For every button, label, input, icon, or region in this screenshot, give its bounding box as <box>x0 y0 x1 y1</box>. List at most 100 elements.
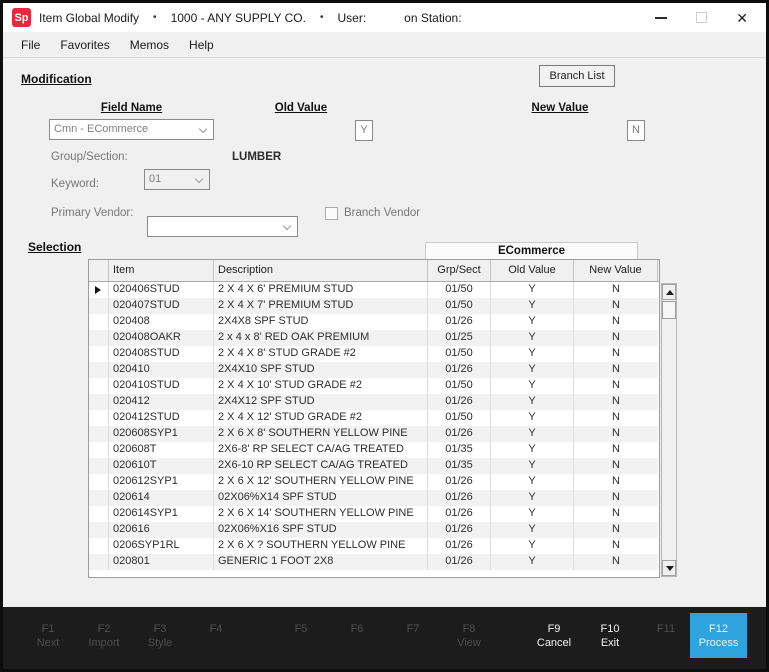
table-row[interactable]: 020407STUD2 X 4 X 7' PREMIUM STUD01/50YN <box>89 298 659 314</box>
column-header-grp-sect[interactable]: Grp/Sect <box>428 260 491 281</box>
scroll-down-button[interactable] <box>662 560 676 576</box>
grp-sect-cell[interactable]: 01/25 <box>428 330 491 346</box>
menu-help[interactable]: Help <box>179 34 224 56</box>
description-cell[interactable]: 2 X 4 X 8' STUD GRADE #2 <box>214 346 428 362</box>
grp-sect-cell[interactable]: 01/26 <box>428 490 491 506</box>
new-value-cell[interactable]: N <box>574 474 658 490</box>
new-value-cell[interactable]: N <box>574 554 658 570</box>
new-value-cell[interactable]: N <box>574 394 658 410</box>
row-selector-cell[interactable] <box>89 378 109 394</box>
table-row[interactable]: 020801GENERIC 1 FOOT 2X801/26YN <box>89 554 659 570</box>
old-value-cell[interactable]: Y <box>491 506 574 522</box>
vertical-scrollbar[interactable] <box>661 283 677 577</box>
item-cell[interactable]: 020410 <box>109 362 214 378</box>
item-cell[interactable]: 020616 <box>109 522 214 538</box>
table-row[interactable]: 020408STUD2 X 4 X 8' STUD GRADE #201/50Y… <box>89 346 659 362</box>
description-cell[interactable]: 2 X 4 X 12' STUD GRADE #2 <box>214 410 428 426</box>
new-value-cell[interactable]: N <box>574 346 658 362</box>
old-value-cell[interactable]: Y <box>491 394 574 410</box>
row-selector-cell[interactable] <box>89 458 109 474</box>
table-row[interactable]: 02061602X06%X16 SPF STUD01/26YN <box>89 522 659 538</box>
fn-key-f10-exit[interactable]: F10Exit <box>581 622 639 650</box>
branch-vendor-checkbox[interactable] <box>325 207 338 220</box>
description-cell[interactable]: 2 X 6 X 12' SOUTHERN YELLOW PINE <box>214 474 428 490</box>
new-value-cell[interactable]: N <box>574 458 658 474</box>
table-row[interactable]: 0206SYP1RL2 X 6 X ? SOUTHERN YELLOW PINE… <box>89 538 659 554</box>
row-selector-cell[interactable] <box>89 426 109 442</box>
description-cell[interactable]: 2X4X10 SPF STUD <box>214 362 428 378</box>
grp-sect-cell[interactable]: 01/26 <box>428 314 491 330</box>
table-row[interactable]: 020610T2X6-10 RP SELECT CA/AG TREATED01/… <box>89 458 659 474</box>
new-value-cell[interactable]: N <box>574 490 658 506</box>
grp-sect-cell[interactable]: 01/26 <box>428 554 491 570</box>
description-cell[interactable]: 2X6-8' RP SELECT CA/AG TREATED <box>214 442 428 458</box>
row-selector-cell[interactable] <box>89 442 109 458</box>
row-selector-cell[interactable] <box>89 346 109 362</box>
item-cell[interactable]: 020412 <box>109 394 214 410</box>
description-cell[interactable]: GENERIC 1 FOOT 2X8 <box>214 554 428 570</box>
item-cell[interactable]: 020410STUD <box>109 378 214 394</box>
new-value-cell[interactable]: N <box>574 362 658 378</box>
description-cell[interactable]: 02X06%X16 SPF STUD <box>214 522 428 538</box>
minimize-icon[interactable] <box>655 17 667 19</box>
menu-memos[interactable]: Memos <box>120 34 179 56</box>
item-cell[interactable]: 020608T <box>109 442 214 458</box>
grp-sect-cell[interactable]: 01/35 <box>428 442 491 458</box>
menu-file[interactable]: File <box>11 34 50 56</box>
old-value-cell[interactable]: Y <box>491 474 574 490</box>
old-value-cell[interactable]: Y <box>491 538 574 554</box>
old-value-cell[interactable]: Y <box>491 458 574 474</box>
description-cell[interactable]: 2 X 4 X 7' PREMIUM STUD <box>214 298 428 314</box>
group-section-select[interactable]: 01 <box>144 169 210 190</box>
table-row[interactable]: 020408OAKR2 x 4 x 8' RED OAK PREMIUM01/2… <box>89 330 659 346</box>
item-cell[interactable]: 020407STUD <box>109 298 214 314</box>
description-cell[interactable]: 2 x 4 x 8' RED OAK PREMIUM <box>214 330 428 346</box>
table-row[interactable]: 020612SYP12 X 6 X 12' SOUTHERN YELLOW PI… <box>89 474 659 490</box>
item-cell[interactable]: 020408 <box>109 314 214 330</box>
grp-sect-cell[interactable]: 01/26 <box>428 522 491 538</box>
menu-favorites[interactable]: Favorites <box>50 34 119 56</box>
f12-process-button[interactable]: F12Process <box>690 613 747 658</box>
item-cell[interactable]: 020612SYP1 <box>109 474 214 490</box>
scroll-up-button[interactable] <box>662 284 676 300</box>
row-selector-cell[interactable] <box>89 474 109 490</box>
field-name-select[interactable]: Cmn - ECommerce <box>49 119 214 140</box>
row-selector-cell[interactable] <box>89 410 109 426</box>
description-cell[interactable]: 2X4X12 SPF STUD <box>214 394 428 410</box>
grp-sect-cell[interactable]: 01/26 <box>428 506 491 522</box>
column-header-new-value[interactable]: New Value <box>574 260 658 281</box>
new-value-cell[interactable]: N <box>574 298 658 314</box>
grp-sect-cell[interactable]: 01/26 <box>428 538 491 554</box>
item-cell[interactable]: 020608SYP1 <box>109 426 214 442</box>
row-selector-cell[interactable] <box>89 506 109 522</box>
description-cell[interactable]: 2 X 6 X 8' SOUTHERN YELLOW PINE <box>214 426 428 442</box>
item-cell[interactable]: 020406STUD <box>109 282 214 298</box>
column-header-description[interactable]: Description <box>214 260 428 281</box>
row-selector-cell[interactable] <box>89 394 109 410</box>
item-cell[interactable]: 020614SYP1 <box>109 506 214 522</box>
new-value-cell[interactable]: N <box>574 378 658 394</box>
item-cell[interactable]: 020801 <box>109 554 214 570</box>
row-selector-cell[interactable] <box>89 298 109 314</box>
row-selector-cell[interactable] <box>89 522 109 538</box>
grp-sect-cell[interactable]: 01/50 <box>428 346 491 362</box>
new-value-cell[interactable]: N <box>574 506 658 522</box>
new-value-cell[interactable]: N <box>574 442 658 458</box>
old-value-cell[interactable]: Y <box>491 282 574 298</box>
old-value-cell[interactable]: Y <box>491 442 574 458</box>
table-row[interactable]: 020608SYP12 X 6 X 8' SOUTHERN YELLOW PIN… <box>89 426 659 442</box>
old-value-cell[interactable]: Y <box>491 346 574 362</box>
branch-list-button[interactable]: Branch List <box>539 65 615 87</box>
item-cell[interactable]: 020412STUD <box>109 410 214 426</box>
row-selector-cell[interactable] <box>89 314 109 330</box>
old-value-cell[interactable]: Y <box>491 330 574 346</box>
description-cell[interactable]: 2 X 4 X 6' PREMIUM STUD <box>214 282 428 298</box>
item-cell[interactable]: 0206SYP1RL <box>109 538 214 554</box>
item-cell[interactable]: 020614 <box>109 490 214 506</box>
table-row[interactable]: 0204102X4X10 SPF STUD01/26YN <box>89 362 659 378</box>
new-value-cell[interactable]: N <box>574 282 658 298</box>
old-value-cell[interactable]: Y <box>491 378 574 394</box>
row-selector-cell[interactable] <box>89 282 109 298</box>
grp-sect-cell[interactable]: 01/26 <box>428 362 491 378</box>
grp-sect-cell[interactable]: 01/50 <box>428 298 491 314</box>
